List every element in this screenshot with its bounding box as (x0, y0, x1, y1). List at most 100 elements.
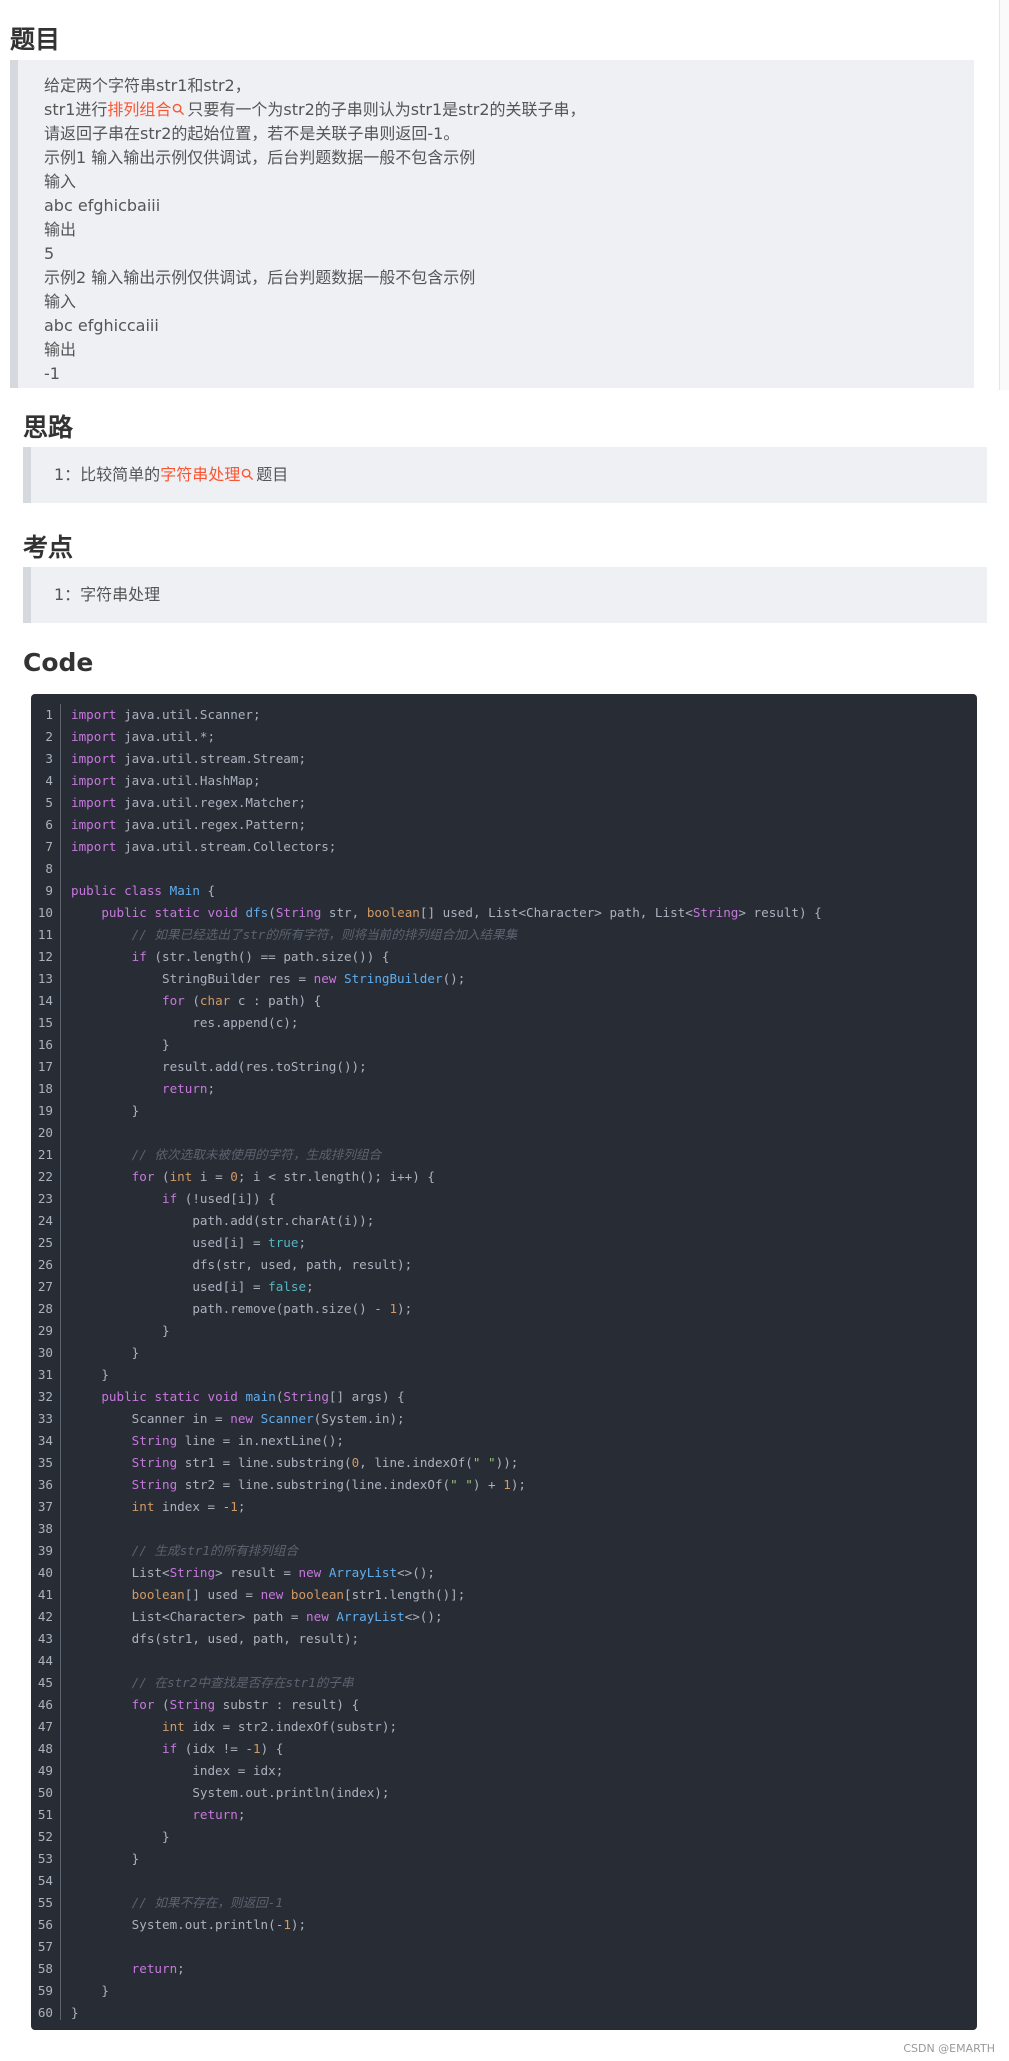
code-text: import java.util.*; (71, 729, 216, 744)
code-text: for (String substr : result) { (131, 1697, 360, 1712)
code-text: List<String> result = new ArrayList<>(); (71, 1565, 435, 1580)
code-text: dfs(str, used, path, result); (71, 1257, 413, 1272)
line-number: 33 (37, 1411, 53, 1426)
line-number: 8 (45, 861, 53, 876)
line-number: 43 (37, 1631, 53, 1646)
code-text: import java.util.HashMap; (71, 773, 261, 788)
code-line: 46 for (String substr : result) { (31, 1694, 977, 1716)
code-line: 60} (31, 2002, 977, 2024)
code-text: import java.util.Scanner; (71, 707, 261, 722)
line-number: 24 (37, 1213, 53, 1228)
code-text: if (!used[i]) { (162, 1191, 276, 1206)
code-line: 33 Scanner in = new Scanner(System.in); (31, 1408, 977, 1430)
code-line: 26 dfs(str, used, path, result); (31, 1254, 977, 1276)
code-line: 1 import java.util.Scanner; (31, 704, 977, 726)
code-text: System.out.println(index); (71, 1785, 390, 1800)
code-line: 20 (31, 1122, 977, 1144)
point-heading: 考点 (23, 533, 74, 562)
code-text: System.out.println(-1); (71, 1917, 307, 1932)
line-number: 54 (37, 1873, 53, 1888)
line-number: 40 (37, 1565, 53, 1580)
line-number: 30 (37, 1345, 53, 1360)
code-line: 37 int index = -1; (31, 1496, 977, 1518)
code-text: import java.util.regex.Pattern; (71, 817, 307, 832)
line-number: 47 (37, 1719, 53, 1734)
code-line: 38 (31, 1518, 977, 1540)
code-text: } (71, 1345, 140, 1360)
problem-line: 输入 (44, 172, 77, 191)
search-icon[interactable] (172, 103, 185, 116)
line-number: 12 (37, 949, 53, 964)
code-text: // 依次选取未被使用的字符，生成排列组合 (131, 1147, 382, 1162)
line-number: 25 (37, 1235, 53, 1250)
code-text: import java.util.stream.Collectors; (71, 839, 337, 854)
problem-line: 给定两个字符串str1和str2， (44, 76, 251, 95)
line-number: 15 (37, 1015, 53, 1030)
code-line: 58 return; (31, 1958, 977, 1980)
line-number: 28 (37, 1301, 53, 1316)
code-text: for (int i = 0; i < str.length(); i++) { (131, 1169, 435, 1184)
code-text: Scanner in = new Scanner(System.in); (71, 1411, 405, 1426)
line-number: 18 (37, 1081, 53, 1096)
code-text: String str1 = line.substring(0, line.ind… (131, 1455, 519, 1470)
code-line: 54 (31, 1870, 977, 1892)
problem-line: -1 (44, 364, 60, 383)
code-line: 52 } (31, 1826, 977, 1848)
code-text: int index = -1; (131, 1499, 246, 1514)
search-icon[interactable] (241, 468, 254, 481)
code-block[interactable]: 1 import java.util.Scanner; 2 import java.u… (31, 694, 977, 2030)
code-line: 55 // 如果不存在，则返回-1 (31, 1892, 977, 1914)
line-number: 10 (37, 905, 53, 920)
code-text: int idx = str2.indexOf(substr); (162, 1719, 398, 1734)
code-line: 9 public class Main { (31, 880, 977, 902)
line-number: 44 (37, 1653, 53, 1668)
line-number: 59 (37, 1983, 53, 1998)
code-text: path.add(str.charAt(i)); (71, 1213, 375, 1228)
code-line: 24 path.add(str.charAt(i)); (31, 1210, 977, 1232)
code-line: 16 } (31, 1034, 977, 1056)
code-line: 4 import java.util.HashMap; (31, 770, 977, 792)
code-line: 51 return; (31, 1804, 977, 1826)
code-line: 36 String str2 = line.substring(line.ind… (31, 1474, 977, 1496)
code-line: 57 (31, 1936, 977, 1958)
code-text: } (71, 1037, 170, 1052)
code-line: 39 // 生成str1的所有排列组合 (31, 1540, 977, 1562)
keyword-link-permutation[interactable]: 排列组合 (107, 100, 171, 119)
line-number: 46 (37, 1697, 53, 1712)
code-line: 6 import java.util.regex.Pattern; (31, 814, 977, 836)
code-text: // 生成str1的所有排列组合 (131, 1543, 299, 1558)
line-number: 52 (37, 1829, 53, 1844)
code-line: 13 StringBuilder res = new StringBuilder… (31, 968, 977, 990)
line-number: 14 (37, 993, 53, 1008)
line-number: 32 (37, 1389, 53, 1404)
keyword-link-string-processing[interactable]: 字符串处理 (160, 465, 240, 484)
line-number: 31 (37, 1367, 53, 1382)
code-line: 8 (31, 858, 977, 880)
code-line: 28 path.remove(path.size() - 1); (31, 1298, 977, 1320)
line-number: 5 (45, 795, 53, 810)
code-line: 31 } (31, 1364, 977, 1386)
code-line: 44 (31, 1650, 977, 1672)
problem-line: 输出 (44, 340, 77, 359)
code-text: } (71, 1829, 170, 1844)
right-scroll-edge (999, 0, 1009, 390)
code-line: 35 String str1 = line.substring(0, line.… (31, 1452, 977, 1474)
line-number: 20 (37, 1125, 53, 1140)
line-number: 6 (45, 817, 53, 832)
problem-line: 输入 (44, 292, 77, 311)
code-text: } (71, 1983, 109, 1998)
code-text: import java.util.stream.Stream; (71, 751, 307, 766)
point-blockquote: 1：字符串处理 (23, 567, 987, 623)
problem-line: abc efghicbaiii (44, 196, 161, 215)
code-text: res.append(c); (71, 1015, 299, 1030)
code-text: } (71, 1103, 140, 1118)
line-number: 58 (37, 1961, 53, 1976)
line-number: 38 (37, 1521, 53, 1536)
code-line: 30 } (31, 1342, 977, 1364)
code-line: 17 result.add(res.toString()); (31, 1056, 977, 1078)
problem-blockquote: 给定两个字符串str1和str2， str1进行排列组合 只要有一个为str2的子… (10, 60, 974, 388)
idea-heading: 思路 (23, 413, 74, 442)
code-text: index = idx; (71, 1763, 284, 1778)
code-line: 18 return; (31, 1078, 977, 1100)
line-number: 19 (37, 1103, 53, 1118)
